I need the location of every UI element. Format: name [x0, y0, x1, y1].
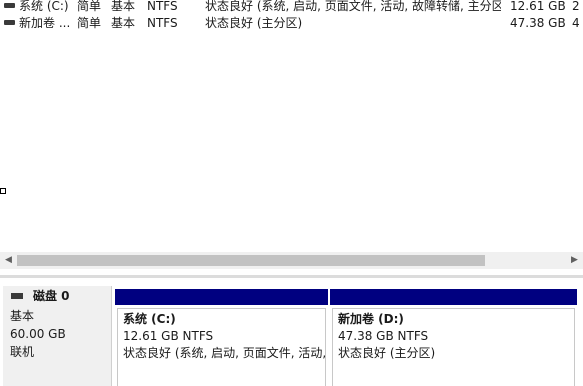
partition-title: 系统 (C:): [123, 312, 176, 326]
volume-capacity: 47.38 GB: [510, 16, 566, 30]
partition-body[interactable]: 系统 (C:) 12.61 GB NTFS 状态良好 (系统, 启动, 页面文件…: [117, 308, 326, 386]
drive-icon: [4, 20, 15, 25]
scroll-left-icon[interactable]: ◀: [0, 252, 17, 269]
drive-icon: [4, 3, 15, 8]
disk-icon: [11, 293, 23, 299]
disk-map: 磁盘 0 基本 60.00 GB 联机 系统 (C:) 12.61 GB NTF…: [0, 278, 583, 386]
partition-header-bar: [115, 289, 328, 305]
disk-name: 磁盘 0: [33, 289, 70, 303]
scrollbar-thumb[interactable]: [17, 255, 485, 266]
partition-c[interactable]: 系统 (C:) 12.61 GB NTFS 状态良好 (系统, 启动, 页面文件…: [115, 289, 328, 386]
volume-list[interactable]: 系统 (C:) 简单 基本 NTFS 状态良好 (系统, 启动, 页面文件, 活…: [0, 0, 583, 252]
partition-size: 47.38 GB NTFS: [338, 329, 429, 343]
volume-filesystem: NTFS: [147, 0, 178, 13]
disk-type: 基本: [10, 309, 35, 323]
volume-type: 基本: [111, 0, 136, 13]
volume-status: 状态良好 (系统, 启动, 页面文件, 活动, 故障转储, 主分区): [205, 0, 501, 13]
volume-filesystem: NTFS: [147, 16, 178, 30]
volume-layout: 简单: [77, 0, 102, 13]
horizontal-scrollbar[interactable]: ◀ ▶: [0, 252, 583, 269]
volume-layout: 简单: [77, 16, 102, 30]
disk-info-panel[interactable]: 磁盘 0 基本 60.00 GB 联机: [3, 286, 112, 386]
partition-header-bar: [330, 289, 577, 305]
disk-state: 联机: [10, 345, 35, 359]
partition-status: 状态良好 (主分区): [338, 346, 436, 360]
partition-d[interactable]: 新加卷 (D:) 47.38 GB NTFS 状态良好 (主分区): [330, 289, 577, 386]
volume-status: 状态良好 (主分区): [205, 16, 303, 30]
disk-size: 60.00 GB: [10, 327, 66, 341]
partition-size: 12.61 GB NTFS: [123, 329, 214, 343]
volume-free: 2: [572, 0, 580, 13]
partition-status: 状态良好 (系统, 启动, 页面文件, 活动, 故障转储, 主分区): [123, 346, 325, 360]
partition-body[interactable]: 新加卷 (D:) 47.38 GB NTFS 状态良好 (主分区): [332, 308, 575, 386]
volume-capacity: 12.61 GB: [510, 0, 566, 13]
volume-free: 4: [572, 16, 580, 30]
volume-name: 新加卷 ...: [19, 16, 71, 30]
volume-row-d[interactable]: 新加卷 ... 简单 基本 NTFS 状态良好 (主分区) 47.38 GB 4: [0, 15, 583, 31]
volume-type: 基本: [111, 16, 136, 30]
volume-row-c[interactable]: 系统 (C:) 简单 基本 NTFS 状态良好 (系统, 启动, 页面文件, 活…: [0, 0, 583, 14]
partition-title: 新加卷 (D:): [338, 312, 404, 326]
scroll-right-icon[interactable]: ▶: [566, 252, 583, 269]
selection-handle: [0, 188, 6, 194]
volume-name: 系统 (C:): [19, 0, 69, 13]
